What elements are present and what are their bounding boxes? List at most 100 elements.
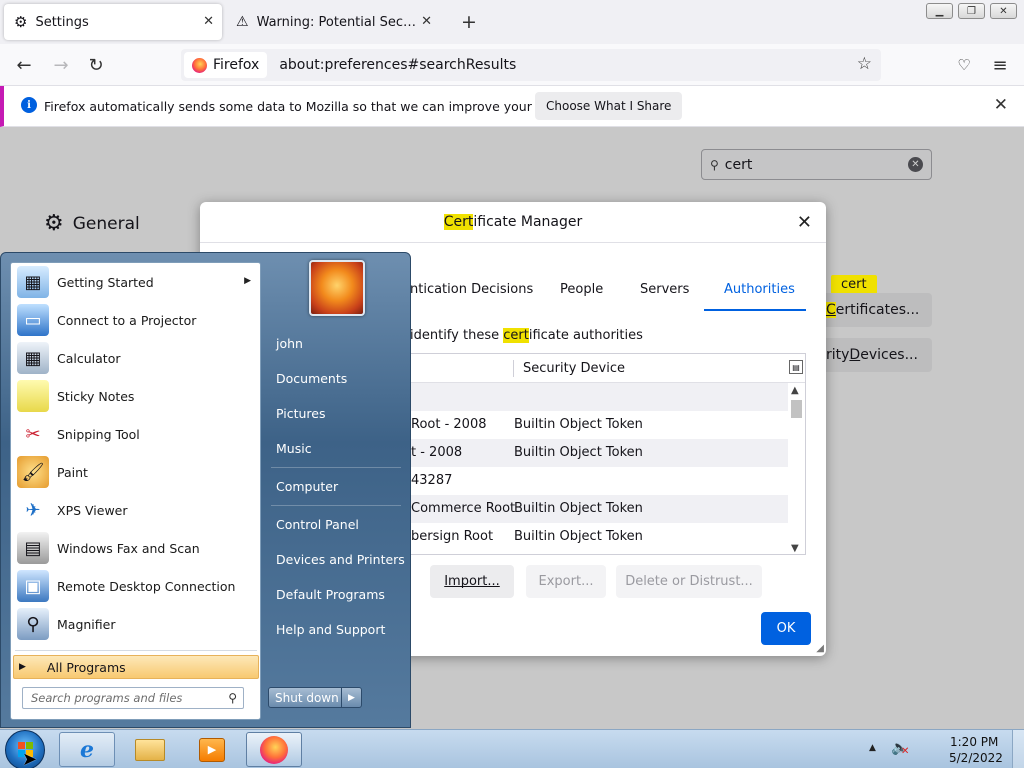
taskbar-file-explorer[interactable] [122,732,178,767]
table-row[interactable] [401,383,789,411]
delete-or-distrust-button[interactable]: Delete or Distrust... [616,565,762,598]
clock-date[interactable]: 5/2/2022 [949,751,1003,765]
taskbar-firefox[interactable] [246,732,302,767]
table-row[interactable]: t - 2008 Builtin Object Token [401,439,789,467]
button-highlight: C [826,302,836,318]
close-window-button[interactable]: ✕ [990,3,1017,19]
program-paint[interactable]: 🖌 Paint [15,454,259,490]
reload-icon[interactable]: ↻ [85,54,107,76]
pocket-icon[interactable]: ♡ [953,54,975,76]
program-getting-started[interactable]: ▦ Getting Started ▶ [15,264,259,300]
table-row[interactable]: 43287 [401,467,789,495]
choose-what-i-share-button[interactable]: Choose What I Share [535,92,683,120]
minimize-button[interactable]: ▁ [926,3,953,19]
program-xps-viewer[interactable]: ✈ XPS Viewer [15,492,259,528]
program-connect-projector[interactable]: ▭ Connect to a Projector [15,302,259,338]
certificate-tree[interactable]: Security Device ▤ Root - 2008 Builtin Ob… [400,353,806,555]
start-link-documents[interactable]: Documents [276,371,347,386]
bookmark-star-icon[interactable]: ☆ [857,54,872,74]
shut-down-options-arrow-icon[interactable]: ▶ [341,688,361,707]
start-link-devices-printers[interactable]: Devices and Printers [276,552,405,567]
program-remote-desktop[interactable]: ▣ Remote Desktop Connection [15,568,259,604]
tab-strip: ⚙ Settings ✕ ⚠ Warning: Potential Securi… [0,0,1024,44]
start-search-input[interactable]: Search programs and files ⚲ [22,687,244,709]
view-certificates-button[interactable]: Certificates... [822,293,932,327]
all-programs-label: All Programs [46,659,126,675]
clear-search-icon[interactable]: ✕ [908,157,923,172]
start-link-help-support[interactable]: Help and Support [276,622,385,637]
search-icon[interactable]: ⚲ [228,691,237,705]
table-row[interactable]: Root - 2008 Builtin Object Token [401,411,789,439]
forward-arrow-icon[interactable]: → [50,54,72,76]
firefox-icon [260,735,288,764]
shut-down-button[interactable]: Shut down ▶ [268,687,362,708]
tab-title: Warning: Potential Security Risk [256,14,423,30]
column-header: Security Device ▤ [401,354,805,383]
tab-authorities[interactable]: Authorities [724,282,795,297]
identity-box[interactable]: Firefox [184,52,268,78]
ok-button[interactable]: OK [761,612,811,645]
column-separator[interactable] [513,360,514,377]
table-row[interactable]: Commerce Root Builtin Object Token [401,495,789,523]
remote-desktop-icon: ▣ [17,570,49,602]
file-explorer-icon [135,738,165,761]
column-security-device[interactable]: Security Device [523,361,625,376]
clock-time[interactable]: 1:20 PM [950,735,998,749]
divider [271,505,401,506]
program-label: Getting Started [57,274,154,290]
start-link-user[interactable]: john [276,336,303,351]
url-bar[interactable]: Firefox about:preferences#searchResults … [181,49,881,81]
tab-close-icon[interactable]: ✕ [203,14,214,29]
all-programs-button[interactable]: ▶ All Programs [13,655,259,679]
dialog-title: Certificate Manager [200,214,826,230]
xps-viewer-icon: ✈ [25,499,41,521]
windows-logo-icon-part [26,742,33,749]
security-devices-button[interactable]: rity Devices... [822,338,932,372]
tab-people[interactable]: People [560,282,603,297]
back-arrow-icon[interactable]: ← [13,54,35,76]
desc-highlight: cert [503,328,529,343]
tab-settings[interactable]: ⚙ Settings ✕ [4,4,222,40]
new-tab-icon[interactable]: + [461,11,477,33]
scroll-thumb[interactable] [791,400,802,418]
start-link-pictures[interactable]: Pictures [276,406,326,421]
submenu-arrow-icon: ▶ [244,276,251,286]
menu-hamburger-icon[interactable]: ≡ [989,54,1011,76]
preferences-search-input[interactable]: ⚲ cert ✕ [701,149,932,180]
program-fax-scan[interactable]: ▤ Windows Fax and Scan [15,530,259,566]
restore-button[interactable]: ❐ [958,3,985,19]
scroll-down-icon[interactable]: ▼ [791,543,799,554]
program-calculator[interactable]: ▦ Calculator [15,340,259,376]
tab-servers[interactable]: Servers [640,282,689,297]
program-snipping-tool[interactable]: ✂ Snipping Tool [15,416,259,452]
url-text[interactable]: about:preferences#searchResults [279,57,516,73]
start-link-computer[interactable]: Computer [276,479,338,494]
show-hidden-icons-arrow-icon[interactable]: ▲ [869,743,876,753]
resize-grip-icon[interactable]: ◢ [816,643,824,654]
taskbar-media-player[interactable]: ▶ [184,732,240,767]
tab-close-icon[interactable]: ✕ [421,14,432,29]
category-general[interactable]: ⚙ General [44,211,140,236]
user-picture[interactable] [309,260,365,316]
start-link-default-programs[interactable]: Default Programs [276,587,385,602]
vertical-scrollbar[interactable]: ▲ ▼ [788,383,805,554]
close-icon[interactable]: ✕ [994,95,1008,115]
close-icon[interactable]: ✕ [797,212,812,233]
column-picker-icon[interactable]: ▤ [789,360,803,374]
identity-label: Firefox [213,57,260,73]
scroll-up-icon[interactable]: ▲ [791,385,799,396]
program-sticky-notes[interactable]: Sticky Notes [15,378,259,414]
search-value: cert [724,156,753,173]
taskbar-internet-explorer[interactable]: e [59,732,115,767]
import-button[interactable]: Import... [430,565,514,598]
show-desktop-button[interactable] [1012,730,1024,768]
table-row[interactable]: bersign Root Builtin Object Token [401,523,789,551]
tab-authentication-decisions[interactable]: ntication Decisions [410,282,533,297]
start-link-music[interactable]: Music [276,441,312,456]
gear-icon: ⚙ [44,211,64,236]
start-link-control-panel[interactable]: Control Panel [276,517,359,532]
tab-security-warning[interactable]: ⚠ Warning: Potential Security Risk ✕ [226,4,440,40]
program-magnifier[interactable]: ⚲ Magnifier [15,606,259,642]
export-button[interactable]: Export... [526,565,606,598]
gear-icon: ⚙ [14,13,28,31]
